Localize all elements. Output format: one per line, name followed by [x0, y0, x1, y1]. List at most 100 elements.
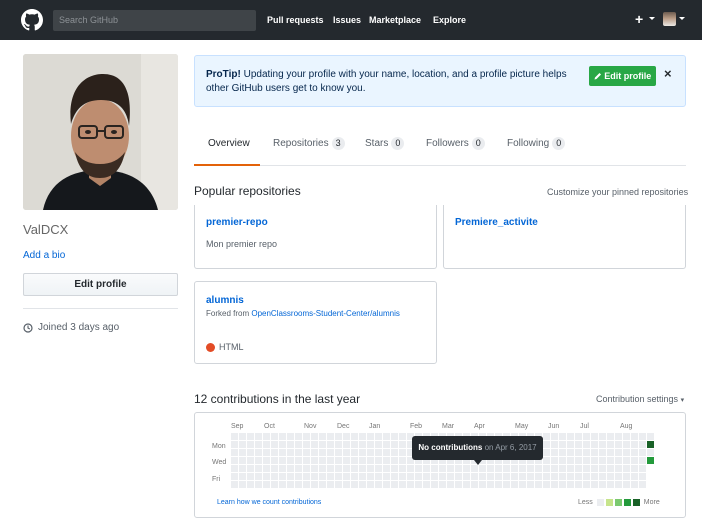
contribution-day-cell[interactable] — [575, 465, 582, 472]
contribution-day-cell[interactable] — [399, 465, 406, 472]
contribution-day-cell[interactable] — [431, 481, 438, 488]
contribution-day-cell[interactable] — [231, 473, 238, 480]
contribution-day-cell[interactable] — [375, 433, 382, 440]
contribution-day-cell[interactable] — [359, 457, 366, 464]
contribution-day-cell[interactable] — [231, 441, 238, 448]
contribution-day-cell[interactable] — [559, 441, 566, 448]
contribution-day-cell[interactable] — [383, 441, 390, 448]
contribution-day-cell[interactable] — [255, 457, 262, 464]
contribution-day-cell[interactable] — [623, 473, 630, 480]
contribution-day-cell[interactable] — [335, 449, 342, 456]
contribution-day-cell[interactable] — [327, 473, 334, 480]
contribution-day-cell[interactable] — [399, 433, 406, 440]
contribution-day-cell[interactable] — [559, 465, 566, 472]
nav-explore[interactable]: Explore — [433, 14, 466, 26]
contribution-day-cell[interactable] — [367, 449, 374, 456]
chevron-down-icon[interactable] — [679, 17, 685, 20]
contribution-day-cell[interactable] — [311, 433, 318, 440]
contribution-day-cell[interactable] — [287, 465, 294, 472]
tab-overview[interactable]: Overview — [194, 128, 260, 166]
contribution-day-cell[interactable] — [407, 473, 414, 480]
contribution-day-cell[interactable] — [455, 473, 462, 480]
contribution-day-cell[interactable] — [383, 465, 390, 472]
contribution-day-cell[interactable] — [359, 441, 366, 448]
contribution-day-cell[interactable] — [543, 457, 550, 464]
contribution-day-cell[interactable] — [575, 433, 582, 440]
contribution-day-cell[interactable] — [567, 433, 574, 440]
contribution-day-cell[interactable] — [639, 449, 646, 456]
contribution-day-cell[interactable] — [567, 473, 574, 480]
contribution-day-cell[interactable] — [263, 449, 270, 456]
contribution-day-cell[interactable] — [279, 473, 286, 480]
contribution-day-cell[interactable] — [271, 441, 278, 448]
contribution-day-cell[interactable] — [279, 457, 286, 464]
contribution-day-cell[interactable] — [295, 441, 302, 448]
contribution-day-cell[interactable] — [527, 481, 534, 488]
contribution-day-cell[interactable] — [327, 449, 334, 456]
tab-stars[interactable]: Stars 0 — [365, 128, 405, 166]
contribution-day-cell[interactable] — [607, 465, 614, 472]
contribution-day-cell[interactable] — [255, 433, 262, 440]
contribution-day-cell[interactable] — [575, 473, 582, 480]
contribution-day-cell[interactable] — [351, 433, 358, 440]
contribution-day-cell[interactable] — [351, 457, 358, 464]
contribution-day-cell[interactable] — [487, 481, 494, 488]
contribution-day-cell[interactable] — [287, 441, 294, 448]
contribution-day-cell[interactable] — [319, 457, 326, 464]
contribution-day-cell[interactable] — [303, 473, 310, 480]
contribution-day-cell[interactable] — [383, 481, 390, 488]
contribution-day-cell[interactable] — [247, 441, 254, 448]
contribution-day-cell[interactable] — [559, 473, 566, 480]
contribution-day-cell[interactable] — [623, 441, 630, 448]
contribution-day-cell[interactable] — [615, 473, 622, 480]
contribution-day-cell[interactable] — [623, 465, 630, 472]
contribution-day-cell[interactable] — [239, 441, 246, 448]
contribution-day-cell[interactable] — [551, 473, 558, 480]
contribution-day-cell[interactable] — [575, 441, 582, 448]
contribution-day-cell[interactable] — [407, 465, 414, 472]
contribution-day-cell[interactable] — [319, 441, 326, 448]
contribution-day-cell[interactable] — [423, 473, 430, 480]
contribution-day-cell[interactable] — [303, 457, 310, 464]
contribution-day-cell[interactable] — [287, 457, 294, 464]
contribution-day-cell[interactable] — [279, 465, 286, 472]
contribution-day-cell[interactable] — [639, 433, 646, 440]
contribution-day-cell[interactable] — [399, 441, 406, 448]
contribution-day-cell[interactable] — [543, 465, 550, 472]
contribution-day-cell[interactable] — [615, 441, 622, 448]
contribution-day-cell[interactable] — [631, 449, 638, 456]
contribution-day-cell[interactable] — [311, 449, 318, 456]
contribution-day-cell[interactable] — [375, 441, 382, 448]
contribution-day-cell[interactable] — [607, 457, 614, 464]
github-logo-icon[interactable] — [21, 9, 43, 31]
contribution-day-cell[interactable] — [343, 433, 350, 440]
contribution-day-cell[interactable] — [319, 449, 326, 456]
contribution-day-cell[interactable] — [583, 481, 590, 488]
contribution-day-cell[interactable] — [567, 465, 574, 472]
contribution-day-cell[interactable] — [239, 481, 246, 488]
contribution-day-cell[interactable] — [375, 449, 382, 456]
nav-marketplace[interactable]: Marketplace — [369, 14, 421, 26]
contribution-day-cell[interactable] — [615, 449, 622, 456]
contribution-day-cell[interactable] — [343, 481, 350, 488]
contribution-day-cell[interactable] — [383, 433, 390, 440]
edit-profile-button[interactable]: Edit profile — [23, 273, 178, 296]
contribution-day-cell[interactable] — [351, 449, 358, 456]
contribution-day-cell[interactable] — [367, 433, 374, 440]
contribution-day-cell[interactable] — [559, 457, 566, 464]
contribution-day-cell[interactable] — [279, 441, 286, 448]
contribution-day-cell[interactable] — [607, 441, 614, 448]
contribution-day-cell[interactable] — [607, 449, 614, 456]
contribution-day-cell[interactable] — [607, 473, 614, 480]
contribution-day-cell[interactable] — [287, 473, 294, 480]
contribution-day-cell[interactable] — [503, 465, 510, 472]
contribution-day-cell[interactable] — [471, 481, 478, 488]
contribution-day-cell[interactable] — [423, 481, 430, 488]
contribution-day-cell[interactable] — [407, 481, 414, 488]
contribution-day-cell[interactable] — [559, 433, 566, 440]
contribution-day-cell[interactable] — [319, 481, 326, 488]
contribution-day-cell[interactable] — [559, 449, 566, 456]
add-bio-link[interactable]: Add a bio — [23, 250, 65, 261]
contribution-day-cell[interactable] — [359, 433, 366, 440]
contribution-day-cell[interactable] — [327, 457, 334, 464]
